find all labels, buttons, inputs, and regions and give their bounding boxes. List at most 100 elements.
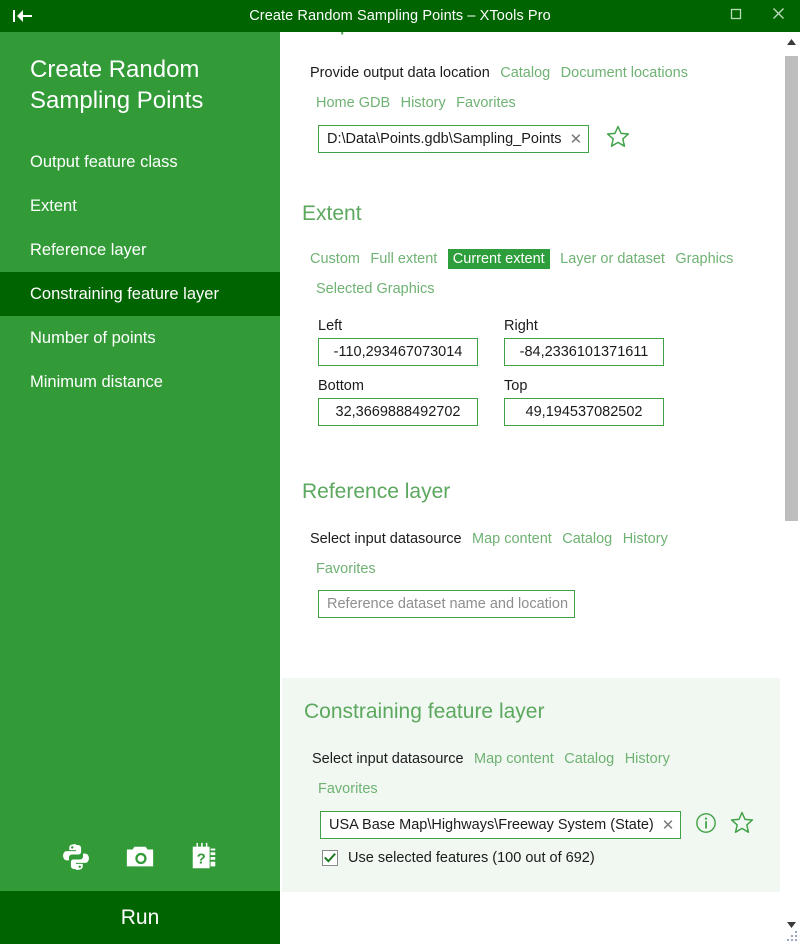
- output-source-home-gdb[interactable]: Home GDB: [316, 95, 390, 111]
- check-icon: [324, 852, 336, 864]
- output-source-row: Provide output data location Catalog Doc…: [310, 58, 780, 88]
- extent-tab-full-extent[interactable]: Full extent: [370, 251, 437, 267]
- maximize-button[interactable]: [716, 0, 756, 32]
- extent-tab-row-2: Selected Graphics: [316, 274, 780, 304]
- reference-source-row-2: Favorites: [316, 554, 780, 584]
- sidebar-title: Create Random Sampling Points: [30, 56, 204, 114]
- output-path-value: D:\Data\Points.gdb\Sampling_Points: [327, 131, 562, 147]
- reference-source-history[interactable]: History: [623, 531, 668, 547]
- extent-bottom-input[interactable]: 32,3669888492702: [318, 398, 478, 426]
- sidebar-nav: Output feature class Extent Reference la…: [0, 140, 280, 404]
- output-source-document-locations[interactable]: Document locations: [561, 65, 688, 81]
- reference-source-row: Select input datasource Map content Cata…: [310, 524, 780, 554]
- output-source-row-2: Home GDB History Favorites: [316, 88, 780, 118]
- output-path-input[interactable]: D:\Data\Points.gdb\Sampling_Points ✕: [318, 125, 590, 153]
- sidebar-item-label: Number of points: [30, 328, 156, 347]
- extent-right-label: Right: [504, 318, 538, 334]
- sidebar-item-label: Constraining feature layer: [30, 284, 219, 303]
- constraining-feature-layer-section: Constraining feature layer Select input …: [282, 678, 780, 892]
- python-icon[interactable]: [61, 842, 91, 877]
- constraining-layer-heading: Constraining feature layer: [304, 700, 545, 723]
- constraining-dataset-input[interactable]: USA Base Map\Highways\Freeway System (St…: [320, 811, 682, 839]
- extent-left-label: Left: [318, 318, 343, 334]
- extent-tab-custom[interactable]: Custom: [310, 251, 360, 267]
- extent-left-input[interactable]: -110,293467073014: [318, 338, 478, 366]
- reference-source-favorites[interactable]: Favorites: [316, 561, 376, 577]
- sidebar-item-output-feature-class[interactable]: Output feature class: [0, 140, 280, 184]
- run-button[interactable]: Run: [0, 891, 280, 944]
- constraining-dataset-value: USA Base Map\Highways\Freeway System (St…: [329, 817, 654, 833]
- sidebar-item-constraining-feature-layer[interactable]: Constraining feature layer: [0, 272, 280, 316]
- back-to-start-icon: [12, 8, 34, 24]
- sidebar-item-minimum-distance[interactable]: Minimum distance: [0, 360, 280, 404]
- reference-prompt-label: Select input datasource: [310, 531, 462, 547]
- constraining-source-catalog[interactable]: Catalog: [564, 751, 614, 767]
- content-scroll-area: Output feature class Provide output data…: [280, 32, 780, 892]
- sidebar-tool-icons: ?: [0, 842, 280, 877]
- window-title: Create Random Sampling Points – XTools P…: [249, 8, 551, 24]
- run-button-label: Run: [120, 905, 160, 929]
- clear-icon[interactable]: ✕: [570, 131, 583, 147]
- sidebar-item-label: Extent: [30, 196, 77, 215]
- scroll-up-icon: [787, 32, 796, 50]
- maximize-icon: [730, 7, 742, 25]
- camera-icon[interactable]: [125, 842, 155, 877]
- constraining-source-history[interactable]: History: [625, 751, 670, 767]
- output-feature-class-section: Provide output data location Catalog Doc…: [280, 58, 780, 154]
- extent-right-input[interactable]: -84,2336101371611: [504, 338, 664, 366]
- output-feature-class-heading-clipped: Output feature class: [306, 32, 780, 38]
- sidebar-item-extent[interactable]: Extent: [0, 184, 280, 228]
- use-selected-features-checkbox[interactable]: [322, 850, 338, 866]
- extent-tab-layer-or-dataset[interactable]: Layer or dataset: [560, 251, 665, 267]
- extent-top-label: Top: [504, 378, 528, 394]
- scrollbar-thumb[interactable]: [785, 56, 798, 521]
- scroll-up-button[interactable]: [783, 32, 800, 49]
- resize-grip[interactable]: [785, 929, 799, 943]
- back-to-start-button[interactable]: [0, 0, 46, 32]
- reference-path-row: Reference dataset name and location: [318, 590, 780, 618]
- reference-source-catalog[interactable]: Catalog: [562, 531, 612, 547]
- reference-layer-heading: Reference layer: [302, 480, 451, 503]
- constraining-source-row: Select input datasource Map content Cata…: [312, 744, 780, 774]
- output-path-row: D:\Data\Points.gdb\Sampling_Points ✕: [318, 124, 780, 154]
- clear-icon[interactable]: ✕: [662, 817, 675, 833]
- constraining-source-map-content[interactable]: Map content: [474, 751, 554, 767]
- content-scrollbar[interactable]: [783, 32, 800, 944]
- sidebar-item-label: Reference layer: [30, 240, 147, 259]
- reference-layer-section: Reference layer Select input datasource …: [280, 480, 780, 618]
- svg-text:?: ?: [197, 851, 206, 868]
- sidebar-item-label: Output feature class: [30, 152, 178, 171]
- extent-heading: Extent: [302, 202, 362, 225]
- window-controls: [716, 0, 800, 32]
- extent-coordinate-grid: Left Right -110,293467073014 -84,2336101…: [318, 314, 780, 434]
- sidebar-item-label: Minimum distance: [30, 372, 163, 391]
- use-selected-features-label: Use selected features (100 out of 692): [348, 850, 595, 866]
- constraining-source-favorites[interactable]: Favorites: [318, 781, 378, 797]
- star-icon[interactable]: [729, 810, 755, 840]
- output-prompt-label: Provide output data location: [310, 65, 490, 81]
- extent-tab-selected-graphics[interactable]: Selected Graphics: [316, 281, 434, 297]
- star-icon[interactable]: [605, 124, 631, 154]
- constraining-prompt-label: Select input datasource: [312, 751, 464, 767]
- sidebar: Create Random Sampling Points Output fea…: [0, 32, 280, 944]
- info-icon[interactable]: [695, 812, 717, 839]
- close-icon: [772, 7, 785, 25]
- extent-tab-current-extent[interactable]: Current extent: [447, 249, 550, 269]
- extent-bottom-label: Bottom: [318, 378, 364, 394]
- title-bar: Create Random Sampling Points – XTools P…: [0, 0, 800, 32]
- reference-dataset-input[interactable]: Reference dataset name and location: [318, 590, 576, 618]
- help-notebook-icon[interactable]: ?: [189, 842, 219, 877]
- output-source-catalog[interactable]: Catalog: [500, 65, 550, 81]
- use-selected-features-row[interactable]: Use selected features (100 out of 692): [322, 850, 780, 866]
- sidebar-item-reference-layer[interactable]: Reference layer: [0, 228, 280, 272]
- sidebar-item-number-of-points[interactable]: Number of points: [0, 316, 280, 360]
- extent-section: Extent Custom Full extent Current extent…: [280, 202, 780, 434]
- close-button[interactable]: [756, 0, 800, 32]
- output-source-history[interactable]: History: [401, 95, 446, 111]
- extent-top-input[interactable]: 49,194537082502: [504, 398, 664, 426]
- output-source-favorites[interactable]: Favorites: [456, 95, 516, 111]
- extent-tab-row: Custom Full extent Current extent Layer …: [310, 244, 780, 274]
- reference-source-map-content[interactable]: Map content: [472, 531, 552, 547]
- reference-dataset-placeholder: Reference dataset name and location: [327, 596, 569, 612]
- extent-tab-graphics[interactable]: Graphics: [675, 251, 733, 267]
